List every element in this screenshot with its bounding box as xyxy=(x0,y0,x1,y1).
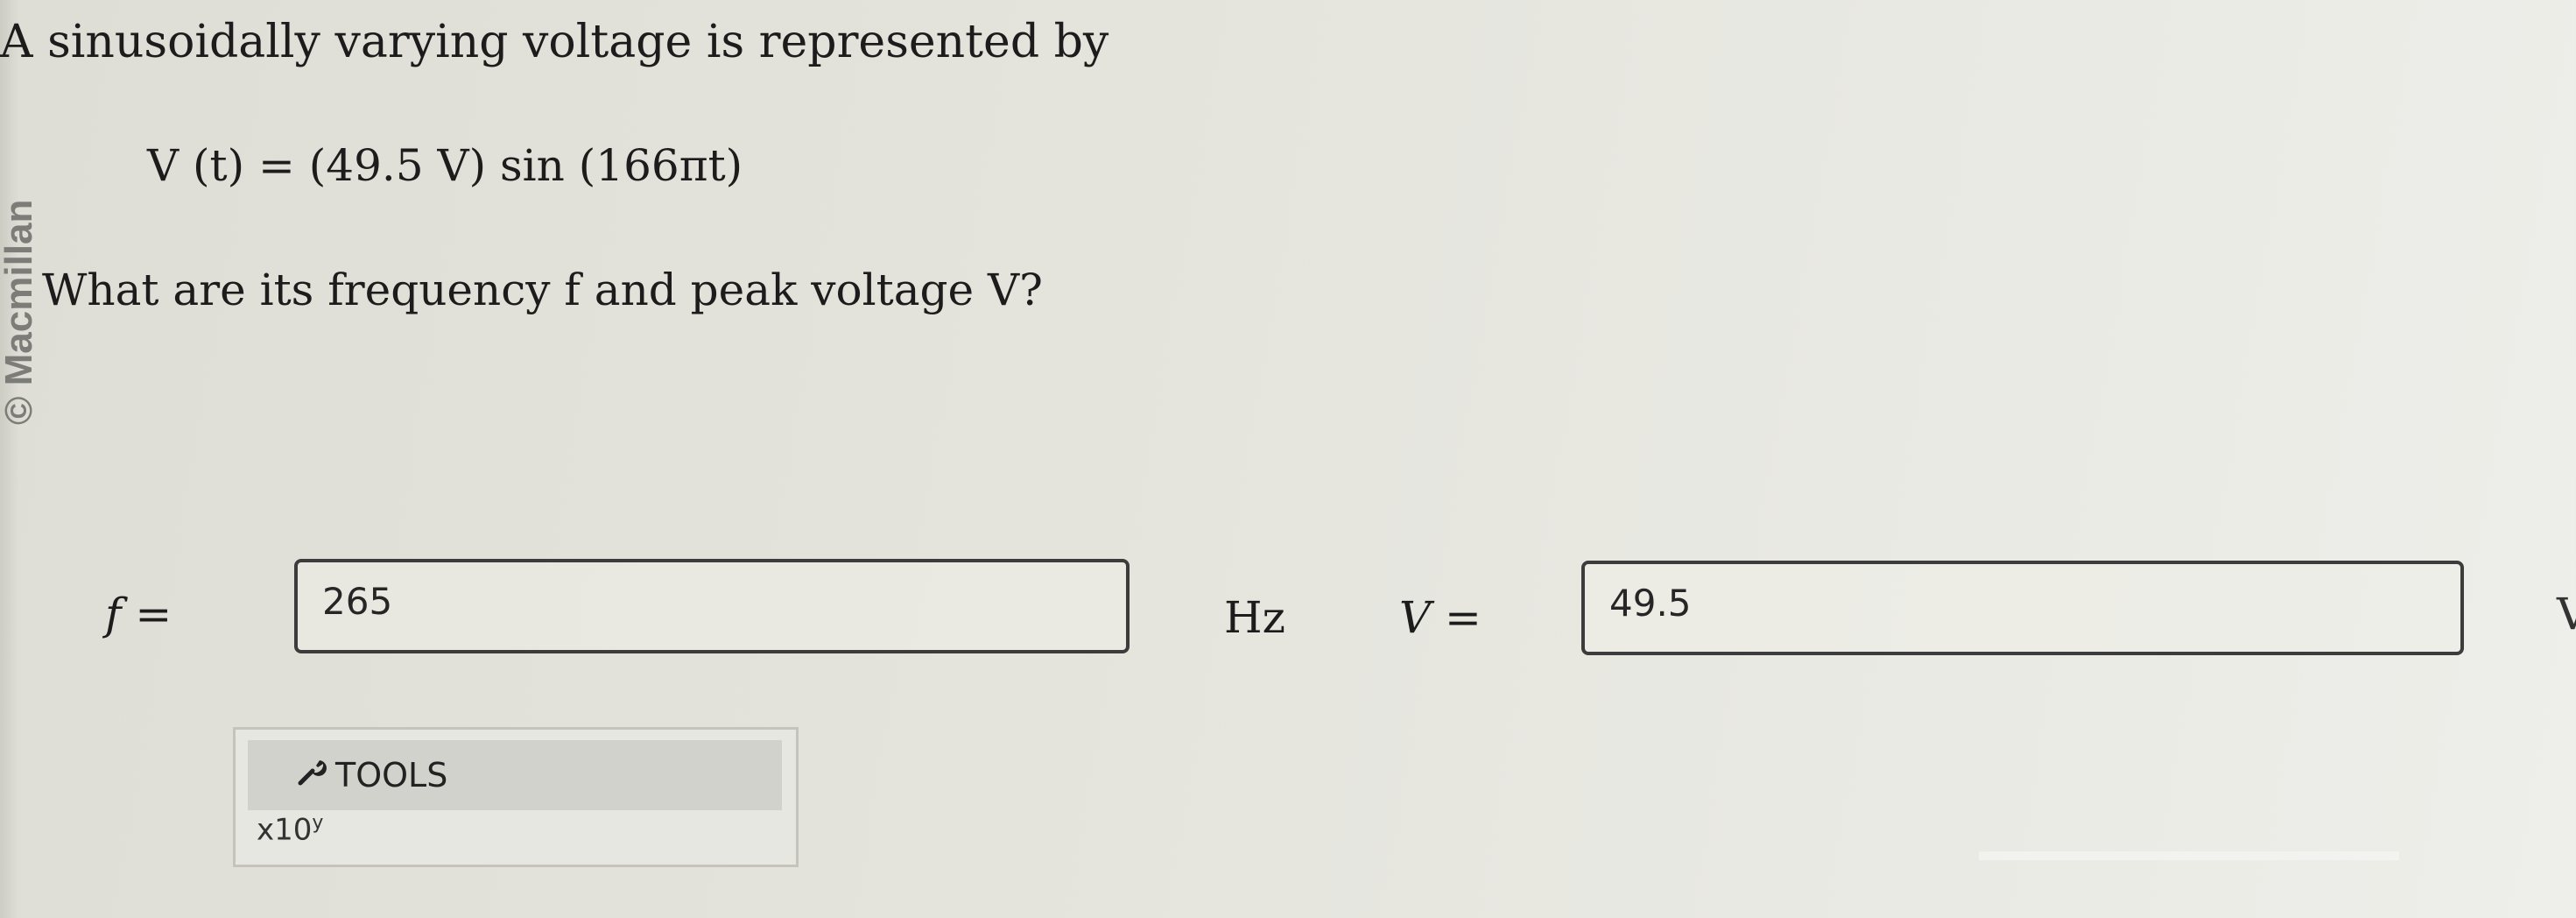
frequency-input[interactable]: 265 xyxy=(294,559,1130,653)
sci-notation-exponent: y xyxy=(312,812,324,834)
scientific-notation-button[interactable]: x10y xyxy=(257,812,323,847)
left-edge-shadow xyxy=(0,0,19,918)
frequency-unit: Hz xyxy=(1224,592,1285,643)
voltage-label: V = xyxy=(1399,592,1482,643)
tools-button[interactable]: TOOLS xyxy=(248,740,782,810)
voltage-input[interactable]: 49.5 xyxy=(1581,561,2464,655)
sci-notation-base: x10 xyxy=(257,812,313,848)
voltage-unit-partial: V xyxy=(2557,589,2576,639)
voltage-equation: V (t) = (49.5 V) sin (166πt) xyxy=(147,140,743,191)
question-prompt: What are its frequency f and peak voltag… xyxy=(42,265,1043,315)
tools-label: TOOLS xyxy=(335,756,448,794)
equation-text: V (t) = (49.5 V) sin (166πt) xyxy=(147,140,743,191)
wrench-icon xyxy=(297,756,335,794)
frequency-label: f = xyxy=(105,589,172,639)
copyright-credit: © Macmillan xyxy=(0,199,40,425)
tools-panel: TOOLS x10y xyxy=(233,727,799,867)
question-intro: A sinusoidally varying voltage is repres… xyxy=(0,16,1109,68)
screen-glare xyxy=(1979,851,2399,860)
